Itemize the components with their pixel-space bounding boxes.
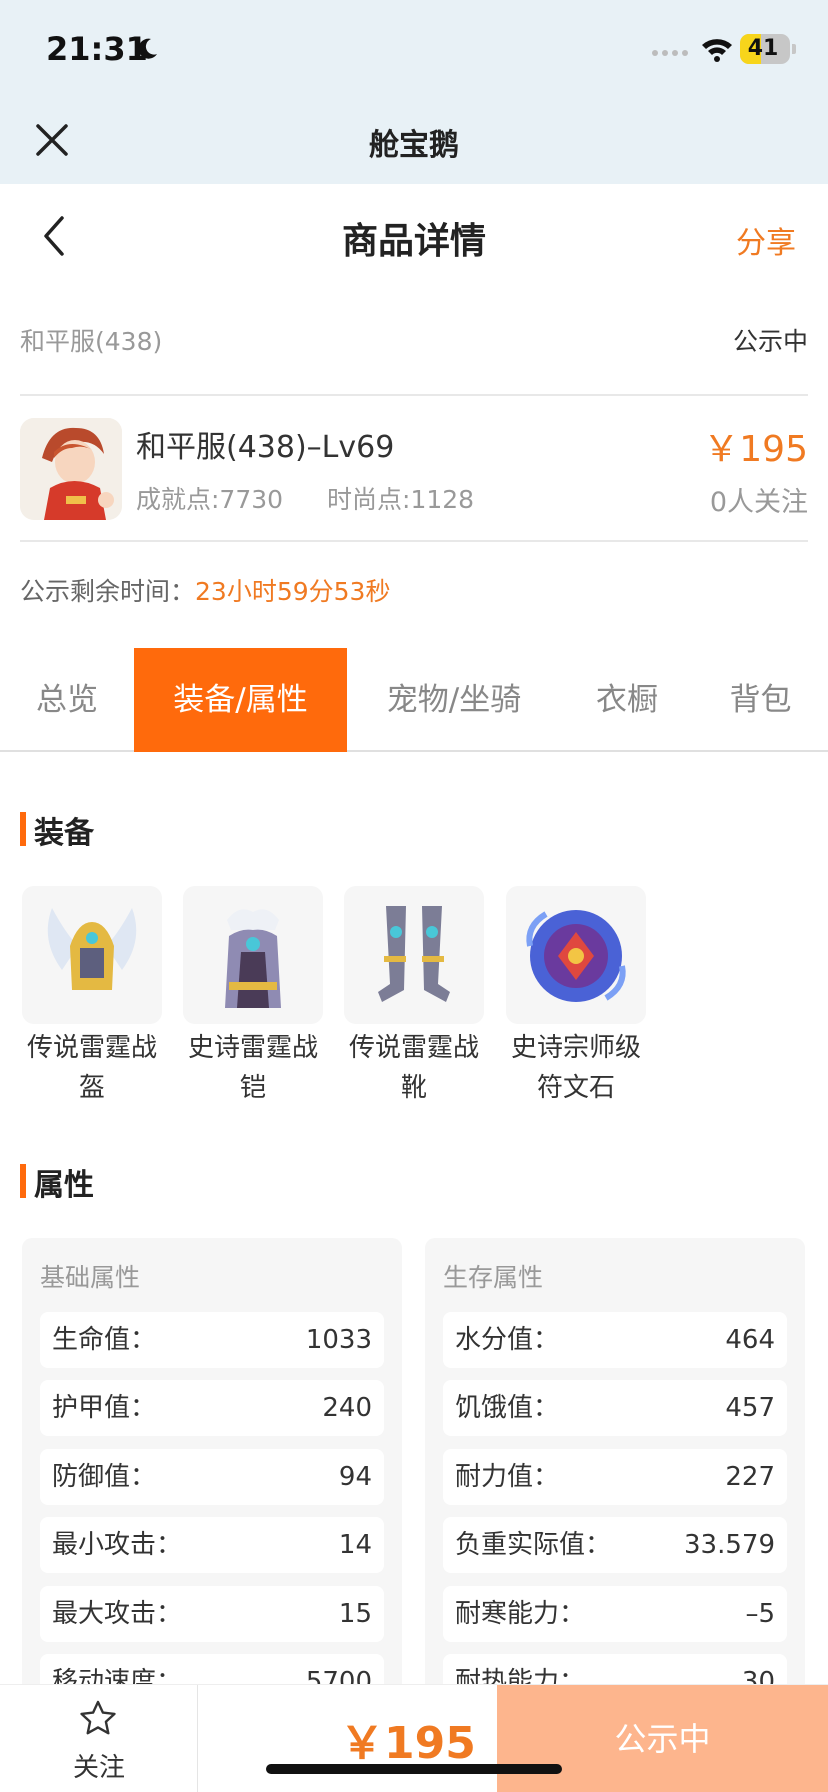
tab-pets-mounts[interactable]: 宠物/坐骑 (347, 648, 561, 752)
equipment-item[interactable]: 史诗宗师级 符文石 (506, 886, 646, 1108)
fashion-points: 时尚点:1128 (327, 485, 475, 514)
mini-app-title: 舱宝鹅 (369, 128, 459, 163)
equipment-item[interactable]: 传说雷霆战靴 (344, 886, 484, 1108)
bottom-price: ￥195 (340, 1718, 476, 1769)
equipment-name: 史诗宗师级 符文石 (510, 1033, 641, 1103)
attribute-row: 饥饿值： 457 (443, 1380, 787, 1436)
attribute-row: 耐寒能力： –5 (443, 1586, 787, 1642)
divider (20, 394, 808, 396)
role-stats: 成就点:7730 时尚点:1128 (136, 480, 474, 516)
follow-label: 关注 (72, 1753, 125, 1783)
wifi-icon (702, 39, 732, 62)
attributes-heading: 属性 (20, 1160, 94, 1204)
equipment-name: 传说雷霆战靴 (348, 1033, 479, 1103)
battery-tip (792, 44, 796, 54)
follower-count: 0人关注 (709, 487, 808, 518)
server-row: 和平服(438) 公示中 (20, 322, 808, 362)
follow-button[interactable]: 关注 (0, 1685, 198, 1792)
equipment-heading: 装备 (20, 808, 94, 852)
attribute-row: 最小攻击： 14 (40, 1517, 384, 1573)
share-button[interactable]: 分享 (736, 218, 796, 262)
winged-helmet-icon (22, 886, 162, 1024)
back-icon[interactable] (38, 214, 70, 258)
rune-stone-icon (506, 886, 646, 1024)
equipment-name: 史诗雷霆战铠 (187, 1033, 318, 1103)
page-title: 商品详情 (341, 221, 486, 262)
basic-attributes-panel: 基础属性 生命值： 1033 护甲值： 240 防御值： 94 最小攻击： 14 最大攻… (22, 1238, 402, 1738)
attribute-row: 防御值： 94 (40, 1449, 384, 1505)
survival-attributes-panel: 生存属性 水分值： 464 饥饿值： 457 耐力值： 227 负重实际值： 33.57… (425, 1238, 805, 1738)
achievement-points: 成就点:7730 (136, 485, 284, 514)
divider (20, 540, 808, 542)
attribute-row: 护甲值： 240 (40, 1380, 384, 1436)
battery-level: 41 (747, 36, 779, 61)
countdown-label: 公示剩余时间： (20, 577, 196, 606)
panel-title: 生存属性 (443, 1263, 544, 1292)
role-name[interactable]: 和平服(438)–Lv69 (136, 422, 394, 466)
battery-indicator: 41 (740, 34, 790, 64)
tab-backpack[interactable]: 背包 (693, 648, 828, 752)
attribute-row: 负重实际值： 33.579 (443, 1517, 787, 1573)
equipment-name: 传说雷霆战盔 (26, 1033, 157, 1103)
tab-wardrobe[interactable]: 衣橱 (561, 648, 693, 752)
equipment-item[interactable]: 传说雷霆战盔 (22, 886, 162, 1108)
tab-equipment-attributes[interactable]: 装备/属性 (134, 648, 347, 752)
server-name: 和平服(438) (20, 327, 163, 356)
home-indicator (266, 1764, 562, 1774)
equipment-item[interactable]: 史诗雷霆战铠 (183, 886, 323, 1108)
attribute-row: 生命值： 1033 (40, 1312, 384, 1368)
tab-bar: 总览 装备/属性 宠物/坐骑 衣橱 背包 (0, 648, 828, 752)
tab-overview[interactable]: 总览 (0, 648, 134, 752)
countdown-value: 23小时59分53秒 (195, 577, 391, 606)
signal-icon (652, 50, 688, 56)
star-icon (80, 1700, 116, 1735)
character-avatar (20, 418, 122, 520)
boots-icon (344, 886, 484, 1024)
app-header: 21:31 41 舱宝鹅 (0, 0, 828, 184)
listing-price: ￥195 (703, 429, 808, 470)
attribute-row: 最大攻击： 15 (40, 1586, 384, 1642)
status-time: 21:31 (46, 30, 148, 68)
bottom-action-bar: 关注 ￥195 公示中 (0, 1684, 828, 1792)
publicity-status-button[interactable]: 公示中 (497, 1685, 828, 1792)
attribute-row: 耐力值： 227 (443, 1449, 787, 1505)
attribute-row: 水分值： 464 (443, 1312, 787, 1368)
countdown-row: 公示剩余时间：23小时59分53秒 (20, 572, 390, 608)
armor-icon (183, 886, 323, 1024)
moon-icon (138, 38, 157, 59)
panel-title: 基础属性 (40, 1263, 141, 1292)
listing-status: 公示中 (732, 327, 808, 356)
